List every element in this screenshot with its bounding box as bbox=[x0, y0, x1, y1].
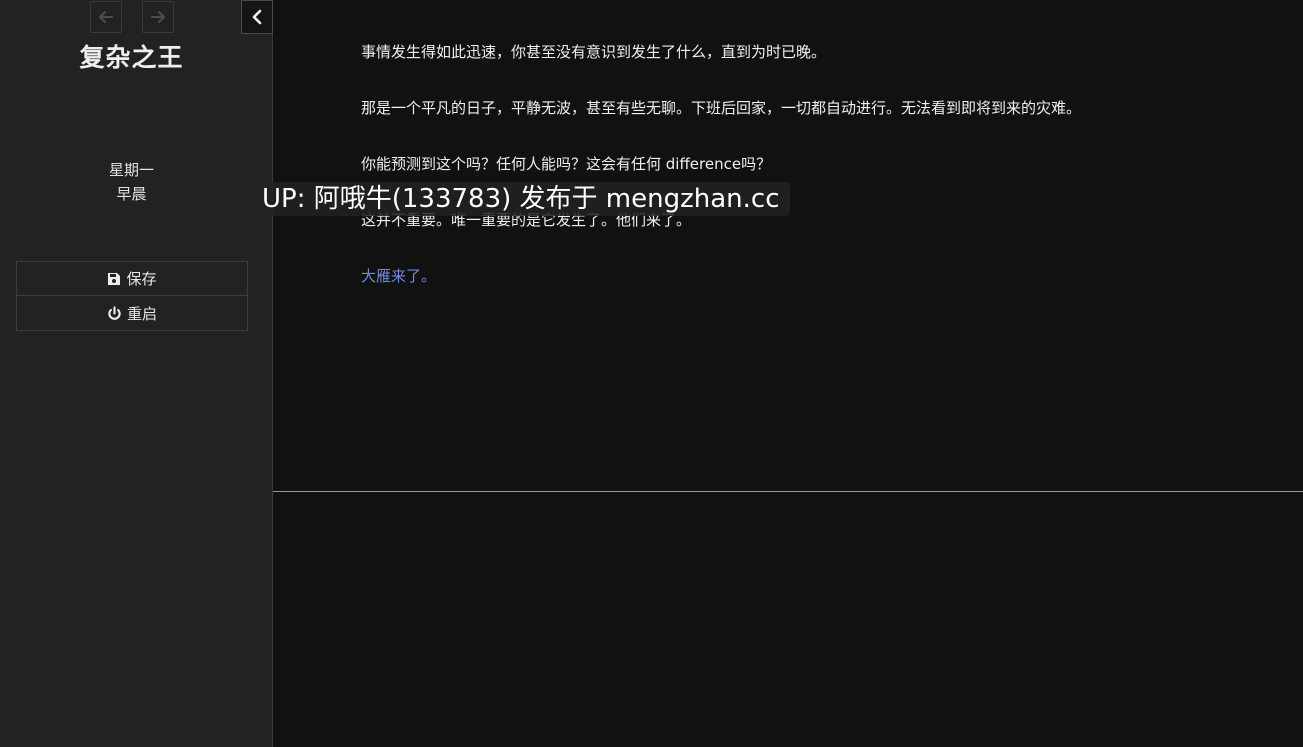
passage-link-paragraph: 大雁来了。 bbox=[361, 264, 1261, 288]
restart-button-label: 重启 bbox=[126, 304, 157, 323]
watermark-overlay: UP: 阿哦牛(133783) 发布于 mengzhan.cc bbox=[252, 182, 790, 216]
restart-button[interactable]: 重启 bbox=[16, 296, 248, 331]
date-display: 星期一 早晨 bbox=[0, 158, 263, 206]
floppy-disk-icon bbox=[108, 272, 121, 285]
story-passage: 事情发生得如此迅速，你甚至没有意识到发生了什么，直到为时已晚。 那是一个平凡的日… bbox=[361, 40, 1261, 320]
sidebar-collapse-button[interactable] bbox=[241, 0, 273, 34]
story-choice-link[interactable]: 大雁来了。 bbox=[361, 267, 436, 285]
content-divider bbox=[273, 491, 1303, 492]
time-of-day-label: 早晨 bbox=[116, 185, 147, 203]
passage-paragraph: 那是一个平凡的日子，平静无波，甚至有些无聊。下班后回家，一切都自动进行。无法看到… bbox=[361, 99, 1082, 117]
history-forward-button[interactable] bbox=[142, 1, 174, 33]
passage-paragraph: 你能预测到这个吗？任何人能吗？这会有任何 difference吗？ bbox=[361, 155, 772, 173]
save-button-label: 保存 bbox=[126, 270, 157, 288]
story-title: 复杂之王 bbox=[79, 43, 184, 72]
arrow-right-icon bbox=[151, 11, 165, 23]
history-back-button[interactable] bbox=[90, 1, 122, 33]
weekday-label: 星期一 bbox=[108, 161, 154, 179]
arrow-left-icon bbox=[99, 11, 113, 23]
passage-paragraph: 事情发生得如此迅速，你甚至没有意识到发生了什么，直到为时已晚。 bbox=[361, 43, 827, 61]
power-icon bbox=[108, 305, 121, 320]
save-button[interactable]: 保存 bbox=[16, 261, 248, 296]
sidebar: 复杂之王 星期一 早晨 保存 重启 bbox=[0, 0, 273, 747]
chevron-left-icon bbox=[252, 9, 262, 25]
